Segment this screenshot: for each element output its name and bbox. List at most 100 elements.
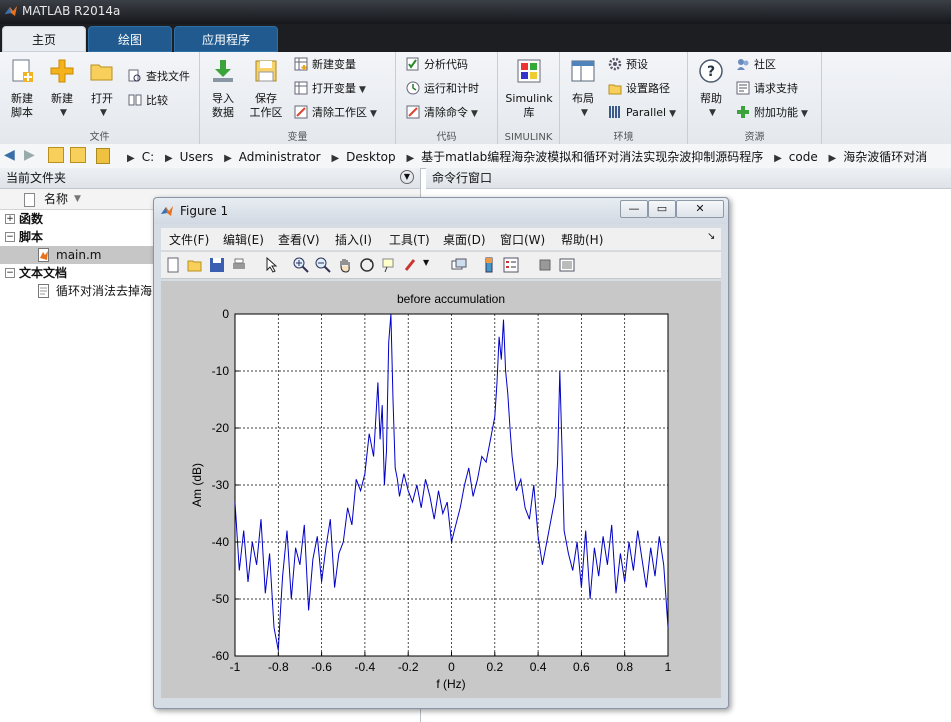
new-variable-icon — [294, 57, 308, 71]
import-data-button[interactable]: 导入 数据 — [204, 56, 242, 120]
zoom-in-icon[interactable] — [293, 257, 309, 273]
new-dropdown-arrow-icon[interactable]: ▼ — [47, 106, 80, 120]
clear-commands-button[interactable]: 清除命令 ▼ — [406, 104, 478, 122]
expand-plus-icon[interactable]: + — [5, 214, 15, 224]
new-button[interactable]: 新建 ▼ — [44, 56, 80, 120]
figure-title-bar[interactable]: Figure 1 — ▭ ✕ — [154, 198, 728, 224]
close-button[interactable]: ✕ — [676, 200, 724, 218]
compare-label: 比较 — [146, 94, 168, 107]
data-cursor-icon[interactable] — [381, 257, 397, 273]
collapse-minus-icon[interactable]: − — [5, 232, 15, 242]
new-figure-icon[interactable] — [165, 257, 181, 273]
tab-apps[interactable]: 应用程序 — [174, 26, 278, 52]
breadcrumb-segment[interactable]: Administrator — [239, 150, 321, 164]
legend-icon[interactable] — [503, 257, 519, 273]
breadcrumb: ▶ C: ▶ Users ▶ Administrator ▶ Desktop ▶ 基于ma… — [127, 150, 928, 164]
clear-commands-dropdown-arrow-icon[interactable]: ▼ — [471, 109, 478, 119]
save-figure-icon[interactable] — [209, 257, 225, 273]
open-dropdown-arrow-icon[interactable]: ▼ — [87, 106, 120, 120]
brush-icon[interactable] — [403, 257, 419, 273]
minimize-button[interactable]: — — [620, 200, 648, 218]
ribbon-group-title-environment: 环境 — [613, 132, 634, 143]
link-plot-icon[interactable] — [451, 257, 467, 273]
addons-dropdown-arrow-icon[interactable]: ▼ — [801, 109, 808, 119]
layout-dropdown-arrow-icon[interactable]: ▼ — [567, 106, 602, 120]
menu-edit[interactable]: 编辑(E) — [223, 231, 264, 248]
show-plot-tools-icon[interactable] — [559, 257, 575, 273]
open-variable-dropdown-arrow-icon[interactable]: ▼ — [359, 85, 366, 95]
breadcrumb-segment[interactable]: C: — [142, 150, 154, 164]
community-button[interactable]: 社区 — [736, 56, 776, 74]
back-arrow-icon[interactable]: ◀ — [4, 147, 15, 163]
chart-title: before accumulation — [397, 292, 505, 306]
save-workspace-button[interactable]: 保存 工作区 — [246, 56, 286, 120]
request-support-button[interactable]: 请求支持 — [736, 80, 798, 98]
pan-hand-icon[interactable] — [337, 257, 353, 273]
help-button[interactable]: ? 帮助 ▼ — [692, 56, 730, 120]
x-tick-label: -0.4 — [355, 660, 376, 674]
maximize-button[interactable]: ▭ — [648, 200, 676, 218]
menu-file[interactable]: 文件(F) — [169, 231, 209, 248]
rotate-3d-icon[interactable] — [359, 257, 375, 273]
new-script-icon — [12, 59, 33, 82]
parallel-button[interactable]: Parallel ▼ — [608, 104, 676, 122]
app-title: MATLAB R2014a — [22, 4, 121, 18]
browse-folder-icon[interactable] — [70, 147, 86, 163]
colorbar-icon[interactable] — [481, 257, 497, 273]
forward-arrow-icon[interactable]: ▶ — [24, 147, 35, 163]
ribbon-group-resources: ? 帮助 ▼ 社区 请求支持 附加功能 ▼ 资源 — [688, 52, 822, 144]
compare-icon — [128, 94, 142, 106]
y-tick-label: -60 — [212, 649, 230, 663]
new-script-button[interactable]: 新建 脚本 — [4, 56, 40, 120]
edit-plot-arrow-icon[interactable] — [263, 257, 279, 273]
menu-desktop[interactable]: 桌面(D) — [443, 231, 486, 248]
addons-button[interactable]: 附加功能 ▼ — [736, 104, 808, 122]
tab-home[interactable]: 主页 — [2, 26, 86, 52]
x-tick-label: 0.6 — [573, 660, 590, 674]
clear-workspace-button[interactable]: 清除工作区 ▼ — [294, 104, 377, 122]
open-button[interactable]: 打开 ▼ — [84, 56, 120, 120]
layout-button[interactable]: 布局 ▼ — [564, 56, 602, 120]
clear-workspace-dropdown-arrow-icon[interactable]: ▼ — [370, 109, 377, 119]
simulink-library-button[interactable]: Simulink 库 — [502, 56, 556, 120]
breadcrumb-segment[interactable]: 海杂波循环对消 — [843, 150, 927, 164]
minimize-icon: — — [628, 202, 640, 215]
find-files-icon — [128, 69, 141, 82]
set-path-button[interactable]: 设置路径 — [608, 80, 670, 98]
zoom-out-icon[interactable] — [315, 257, 331, 273]
clear-workspace-label: 清除工作区 — [312, 106, 367, 119]
collapse-minus-icon[interactable]: − — [5, 268, 15, 278]
tab-plots[interactable]: 绘图 — [88, 26, 172, 52]
up-folder-icon[interactable] — [48, 147, 64, 163]
help-icon: ? — [699, 59, 723, 83]
figure-toolbar: ▼ — [161, 251, 721, 279]
breadcrumb-segment[interactable]: code — [789, 150, 818, 164]
preferences-button[interactable]: 预设 — [608, 56, 648, 74]
menu-help[interactable]: 帮助(H) — [561, 231, 603, 248]
find-files-button[interactable]: 查找文件 — [128, 68, 190, 86]
open-file-icon[interactable] — [187, 257, 203, 273]
panel-menu-chevron-icon[interactable]: ▼ — [400, 170, 414, 184]
breadcrumb-segment[interactable]: 基于matlab编程海杂波模拟和循环对消法实现杂波抑制源码程序 — [421, 150, 763, 164]
breadcrumb-segment[interactable]: Users — [180, 150, 214, 164]
compare-button[interactable]: 比较 — [128, 92, 168, 110]
menu-view[interactable]: 查看(V) — [278, 231, 320, 248]
open-variable-button[interactable]: 打开变量 ▼ — [294, 80, 366, 98]
menu-insert[interactable]: 插入(I) — [335, 231, 372, 248]
print-figure-icon[interactable] — [231, 257, 247, 273]
analyze-code-button[interactable]: 分析代码 — [406, 56, 468, 74]
menu-tools[interactable]: 工具(T) — [389, 231, 430, 248]
spectrum-chart[interactable]: -1 -0.8 -0.6 -0.4 -0.2 0 0.2 0.4 0.6 0.8 1 -60 -50 -… — [161, 281, 721, 698]
menu-window[interactable]: 窗口(W) — [500, 231, 545, 248]
layout-label: 布局 — [572, 92, 594, 105]
brush-dropdown-arrow-icon[interactable]: ▼ — [423, 258, 429, 267]
run-and-time-button[interactable]: 运行和计时 — [406, 80, 479, 98]
ribbon-group-environment: 布局 ▼ 预设 设置路径 Parallel ▼ 环境 — [560, 52, 688, 144]
breadcrumb-segment[interactable]: Desktop — [346, 150, 396, 164]
new-variable-button[interactable]: 新建变量 — [294, 56, 356, 74]
parallel-dropdown-arrow-icon[interactable]: ▼ — [669, 109, 676, 119]
ribbon-group-simulink: Simulink 库 SIMULINK — [498, 52, 560, 144]
dock-arrow-icon[interactable]: ↘ — [707, 231, 715, 242]
help-dropdown-arrow-icon[interactable]: ▼ — [695, 106, 730, 120]
hide-plot-tools-icon[interactable] — [537, 257, 553, 273]
